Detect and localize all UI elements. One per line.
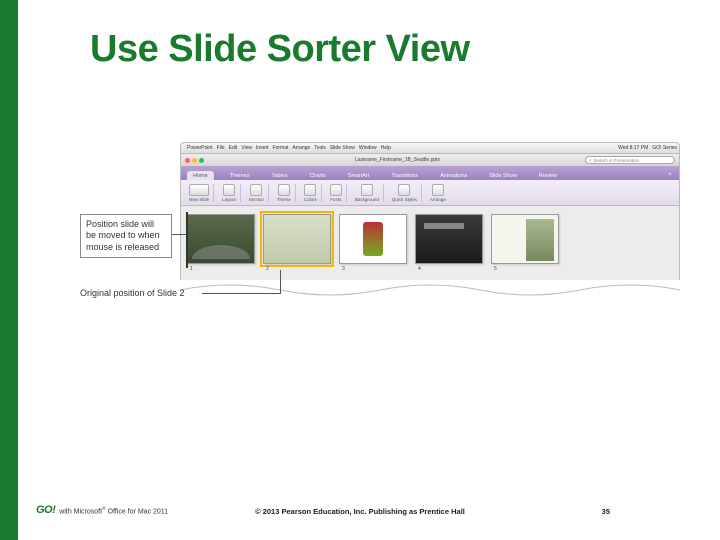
ribbon-colors[interactable]: Colors — [300, 184, 322, 202]
menu-edit: Edit — [229, 145, 238, 151]
menu-help: Help — [381, 145, 391, 151]
menu-slideshow: Slide Show — [330, 145, 355, 151]
callout-drop-leader — [172, 234, 186, 235]
ribbon-background[interactable]: Background — [351, 184, 384, 202]
arrange-icon — [432, 184, 444, 196]
colors-icon — [304, 184, 316, 196]
ribbon-quick-styles[interactable]: Quick Styles — [388, 184, 422, 202]
traffic-lights — [185, 158, 204, 163]
close-icon — [185, 158, 190, 163]
callout-original-leader-v — [280, 270, 281, 294]
callout-drop-target: Position slide will be moved to when mou… — [80, 214, 172, 258]
ribbon-collapse-icon[interactable]: ⌃ — [667, 172, 673, 180]
slide-thumb-4[interactable]: 4 — [415, 214, 483, 264]
menu-format: Format — [273, 145, 289, 151]
ribbon-theme[interactable]: Theme — [273, 184, 296, 202]
search-input[interactable]: ⌕ Search in Presentation — [585, 156, 675, 164]
zoom-icon — [199, 158, 204, 163]
minimize-icon — [192, 158, 197, 163]
layout-icon — [223, 184, 235, 196]
menu-user: GO! Series — [652, 145, 677, 151]
section-icon — [250, 184, 262, 196]
drop-indicator — [186, 212, 188, 268]
ribbon-tabs: Home Themes Tables Charts SmartArt Trans… — [180, 166, 680, 180]
menu-arrange: Arrange — [292, 145, 310, 151]
menu-app: PowerPoint — [187, 145, 213, 151]
ribbon-body: New Slide Layout Section Theme Colors Fo… — [180, 180, 680, 206]
ribbon-section[interactable]: Section — [245, 184, 269, 202]
search-icon: ⌕ — [589, 158, 592, 163]
footer-page-number: 35 — [602, 507, 610, 516]
menu-window: Window — [359, 145, 377, 151]
ribbon-fonts[interactable]: Fonts — [326, 184, 347, 202]
new-slide-icon — [189, 184, 209, 196]
slide-sorter-pane[interactable]: 1 2 3 4 5 — [180, 206, 680, 284]
torn-edge — [180, 280, 680, 300]
screenshot-figure: PowerPoint File Edit View Insert Format … — [80, 142, 680, 302]
ribbon-arrange[interactable]: Arrange — [426, 184, 450, 202]
tab-home[interactable]: Home — [187, 171, 214, 180]
tab-slideshow[interactable]: Slide Show — [483, 171, 523, 180]
slide-thumb-5[interactable]: 5 — [491, 214, 559, 264]
theme-icon — [278, 184, 290, 196]
slide-thumb-1[interactable]: 1 — [187, 214, 255, 264]
left-accent-bar — [0, 0, 18, 540]
search-placeholder: Search in Presentation — [594, 158, 640, 163]
footer-copyright: © 2013 Pearson Education, Inc. Publishin… — [0, 507, 720, 516]
tab-transitions[interactable]: Transitions — [385, 171, 424, 180]
tab-smartart[interactable]: SmartArt — [342, 171, 376, 180]
window-titlebar: Lastname_Firstname_1B_Seattle.pptx ⌕ Sea… — [180, 154, 680, 166]
document-name: Lastname_Firstname_1B_Seattle.pptx — [210, 157, 585, 163]
mac-menu-bar: PowerPoint File Edit View Insert Format … — [180, 142, 680, 154]
menu-tools: Tools — [314, 145, 326, 151]
background-icon — [361, 184, 373, 196]
ribbon-layout[interactable]: Layout — [218, 184, 241, 202]
tab-review[interactable]: Review — [533, 171, 563, 180]
callout-original-position: Original position of Slide 2 — [80, 288, 185, 298]
callout-original-leader-h — [202, 293, 280, 294]
fonts-icon — [330, 184, 342, 196]
menu-file: File — [217, 145, 225, 151]
tab-themes[interactable]: Themes — [224, 171, 256, 180]
slide-title: Use Slide Sorter View — [90, 28, 470, 71]
tab-tables[interactable]: Tables — [266, 171, 294, 180]
quick-styles-icon — [398, 184, 410, 196]
tab-animations[interactable]: Animations — [434, 171, 473, 180]
menu-clock: Wed 8:17 PM — [618, 145, 648, 151]
ribbon-new-slide[interactable]: New Slide — [185, 184, 214, 202]
slide-thumb-2[interactable]: 2 — [263, 214, 331, 264]
menu-view: View — [241, 145, 252, 151]
tab-charts[interactable]: Charts — [303, 171, 331, 180]
slide-thumb-3[interactable]: 3 — [339, 214, 407, 264]
menu-insert: Insert — [256, 145, 269, 151]
